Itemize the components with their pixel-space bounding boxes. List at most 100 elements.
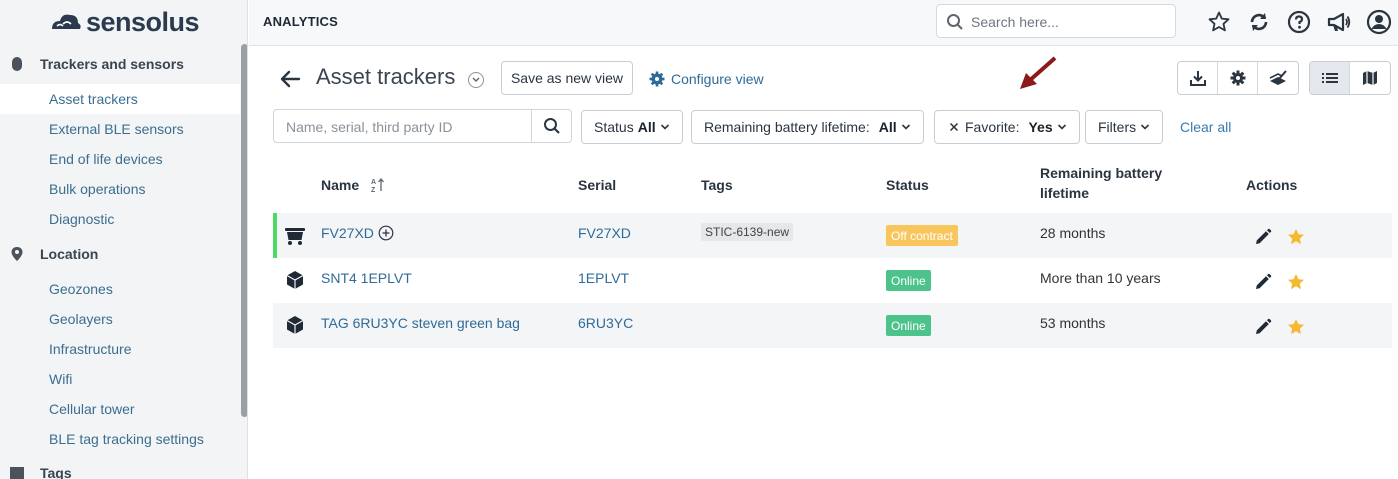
svg-text:Z: Z: [371, 187, 376, 193]
export-actions-group: [1177, 61, 1299, 95]
sidebar-item-external-ble-sensors[interactable]: External BLE sensors: [0, 114, 240, 144]
close-icon[interactable]: [949, 122, 959, 132]
sidebar-section-location[interactable]: Location: [0, 239, 240, 269]
column-header-label: lifetime: [1040, 185, 1090, 201]
column-header-actions: Actions: [1246, 177, 1298, 193]
tracker-search-input[interactable]: [286, 117, 526, 137]
user-icon[interactable]: [1366, 9, 1392, 35]
configure-view-button[interactable]: Configure view: [649, 71, 764, 87]
page-title: Asset trackers: [316, 64, 456, 89]
sidebar-item-geozones[interactable]: Geozones: [0, 274, 240, 304]
logo-text: sensolus: [86, 6, 200, 37]
sidebar-section-label: Trackers and sensors: [40, 56, 184, 72]
sidebar-item-geolayers[interactable]: Geolayers: [0, 304, 240, 334]
tracker-name-link[interactable]: FV27XD: [321, 225, 394, 241]
battery-lifetime: 28 months: [1040, 225, 1106, 241]
favorite-star-icon[interactable]: [1286, 272, 1306, 292]
table-row[interactable]: FV27XD FV27XD STIC-6139-new Off contract…: [273, 213, 1392, 258]
megaphone-icon[interactable]: [1326, 9, 1352, 35]
tag-chip[interactable]: STIC-6139-new: [701, 223, 794, 241]
status-badge: Online: [886, 315, 931, 336]
refresh-icon[interactable]: [1246, 9, 1272, 35]
sidebar-section-label: Location: [40, 246, 99, 262]
sidebar-section-tags[interactable]: Tags: [0, 458, 240, 479]
add-circle-icon[interactable]: [378, 225, 394, 241]
bulk-edit-button[interactable]: [1258, 62, 1298, 94]
sidebar-item-wifi[interactable]: Wifi: [0, 364, 240, 394]
column-header-status[interactable]: Status: [886, 175, 929, 195]
chevron-down-icon: [901, 124, 910, 130]
view-selector-chevron[interactable]: [468, 72, 484, 88]
tracker-serial-link[interactable]: 1EPLVT: [578, 270, 629, 286]
tracker-search-button[interactable]: [531, 110, 571, 142]
filter-value: All: [637, 119, 656, 135]
sidebar-item-label: Asset trackers: [49, 91, 138, 107]
sidebar-section-label: Tags: [40, 465, 72, 479]
table-row[interactable]: TAG 6RU3YC steven green bag 6RU3YC Onlin…: [273, 303, 1392, 348]
download-icon: [1189, 71, 1206, 86]
tracker-name-link[interactable]: TAG 6RU3YC steven green bag: [321, 315, 520, 331]
table-row[interactable]: SNT4 1EPLVT 1EPLVT Online More than 10 y…: [273, 258, 1392, 303]
logo[interactable]: sensolus: [48, 6, 200, 37]
chevron-down-icon: [660, 124, 669, 130]
list-icon: [1321, 73, 1338, 83]
global-search-input[interactable]: [971, 11, 1167, 33]
sidebar-item-infrastructure[interactable]: Infrastructure: [0, 334, 240, 364]
filter-label: Status: [594, 119, 634, 135]
sidebar-item-label: Wifi: [49, 371, 73, 387]
sidebar-item-cellular-tower[interactable]: Cellular tower: [0, 394, 240, 424]
tracker-name-link[interactable]: SNT4 1EPLVT: [321, 270, 412, 286]
search-icon: [947, 14, 963, 30]
status-filter[interactable]: Status All: [581, 110, 683, 144]
favorite-star-icon[interactable]: [1286, 317, 1306, 337]
star-icon[interactable]: [1206, 9, 1232, 35]
sidebar-item-label: Infrastructure: [49, 341, 132, 357]
help-icon[interactable]: [1286, 9, 1312, 35]
battery-filter[interactable]: Remaining battery lifetime: All: [691, 110, 924, 144]
sort-az-icon[interactable]: AZ: [371, 177, 385, 193]
view-mode-toggle: [1309, 61, 1391, 95]
global-search[interactable]: [936, 4, 1176, 38]
settings-button[interactable]: [1218, 62, 1258, 94]
chevron-down-icon: [1141, 124, 1150, 130]
edit-pencil-icon[interactable]: [1253, 227, 1273, 247]
cart-icon: [285, 228, 305, 245]
sidebar-item-asset-trackers[interactable]: Asset trackers: [0, 84, 240, 114]
column-header-tags: Tags: [701, 177, 733, 193]
column-header-serial[interactable]: Serial: [578, 175, 616, 195]
more-filters-button[interactable]: Filters: [1085, 110, 1164, 144]
sidebar-section-trackers[interactable]: Trackers and sensors: [0, 49, 240, 79]
edit-pencil-icon[interactable]: [1253, 317, 1273, 337]
sidebar-item-label: BLE tag tracking settings: [49, 431, 204, 447]
sidebar-scrollbar[interactable]: [241, 44, 247, 417]
column-header-name[interactable]: Name AZ: [321, 175, 385, 195]
sidebar-item-bulk-operations[interactable]: Bulk operations: [0, 174, 240, 204]
tracker-search[interactable]: [273, 109, 572, 143]
tracker-serial-link[interactable]: 6RU3YC: [578, 315, 633, 331]
back-arrow-icon[interactable]: [279, 69, 301, 89]
sidebar-item-end-of-life[interactable]: End of life devices: [0, 144, 240, 174]
column-header-label: Remaining battery: [1040, 165, 1163, 181]
bulk-edit-icon: [1269, 70, 1287, 85]
sidebar: sensolus Trackers and sensors Asset trac…: [0, 0, 248, 479]
sidebar-item-label: Cellular tower: [49, 401, 135, 417]
chevron-down-icon: [472, 77, 480, 82]
filter-label: Filters: [1098, 119, 1137, 135]
favorite-star-icon[interactable]: [1286, 227, 1306, 247]
clear-all-link[interactable]: Clear all: [1180, 119, 1231, 135]
column-header-battery[interactable]: Remaining battery lifetime: [1040, 163, 1162, 203]
filter-value: Yes: [1028, 119, 1053, 135]
filter-label: Remaining battery lifetime:: [704, 119, 870, 135]
filter-label: Favorite:: [965, 119, 1020, 135]
download-button[interactable]: [1178, 62, 1218, 94]
sidebar-item-diagnostic[interactable]: Diagnostic: [0, 204, 240, 234]
map-view-button[interactable]: [1350, 62, 1390, 94]
edit-pencil-icon[interactable]: [1253, 272, 1273, 292]
save-as-new-view-button[interactable]: Save as new view: [501, 61, 633, 95]
sidebar-item-ble-tag-tracking[interactable]: BLE tag tracking settings: [0, 424, 240, 454]
tracker-serial-link[interactable]: FV27XD: [578, 225, 631, 241]
list-view-button[interactable]: [1310, 62, 1350, 94]
svg-text:A: A: [371, 179, 376, 186]
favorite-filter[interactable]: Favorite: Yes: [934, 110, 1080, 144]
row-status-indicator: [273, 213, 277, 258]
